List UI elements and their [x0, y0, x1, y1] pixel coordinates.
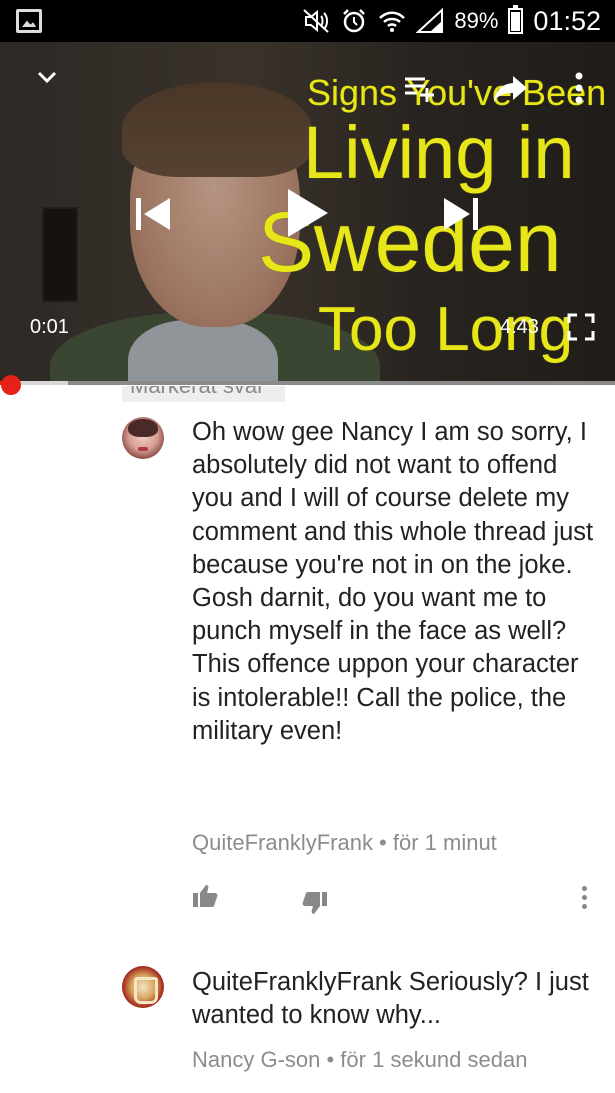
- marked-reply-label: Markerat svar: [130, 386, 264, 399]
- chevron-down-icon[interactable]: [34, 64, 60, 90]
- avatar[interactable]: [122, 966, 164, 1008]
- status-bar: 89% 01:52: [0, 0, 615, 42]
- seek-handle[interactable]: [1, 375, 21, 395]
- seek-bar[interactable]: [0, 381, 615, 385]
- fullscreen-icon[interactable]: [566, 312, 596, 342]
- current-time: 0:01: [30, 316, 69, 338]
- mute-icon: [302, 7, 330, 35]
- battery-percent: 89%: [454, 8, 499, 33]
- more-vert-icon[interactable]: [580, 886, 588, 912]
- thumbs-up-icon[interactable]: [192, 883, 218, 909]
- comment-meta: QuiteFranklyFrank • för 1 minut: [192, 830, 497, 855]
- more-vert-icon[interactable]: [570, 70, 588, 106]
- gallery-icon: [16, 9, 42, 33]
- status-icons: 89% 01:52: [302, 5, 601, 37]
- battery-icon: [508, 5, 524, 34]
- comment-meta: Nancy G-son • för 1 sekund sedan: [192, 1047, 528, 1072]
- video-player[interactable]: Signs You've Been Living in Sweden Too L…: [0, 42, 615, 385]
- wifi-icon: [378, 7, 406, 35]
- duration: 4:43: [500, 316, 539, 338]
- thumbs-down-icon[interactable]: [302, 890, 328, 916]
- marked-reply-tag: Markerat svar: [122, 386, 285, 402]
- next-icon[interactable]: [440, 192, 484, 236]
- signal-icon: [416, 7, 444, 35]
- previous-icon[interactable]: [130, 192, 174, 236]
- video-title-line-2: Living in: [303, 111, 575, 194]
- alarm-icon: [340, 7, 368, 35]
- comment-text: Oh wow gee Nancy I am so sorry, I absolu…: [192, 418, 594, 745]
- share-icon[interactable]: [493, 74, 529, 104]
- video-title-line-1: Signs You've Been: [307, 72, 607, 113]
- play-icon[interactable]: [282, 185, 332, 241]
- avatar[interactable]: [122, 417, 164, 459]
- clock: 01:52: [533, 5, 601, 36]
- add-to-queue-icon[interactable]: [403, 74, 437, 104]
- comment-text: QuiteFranklyFrank Seriously? I just want…: [192, 968, 589, 1030]
